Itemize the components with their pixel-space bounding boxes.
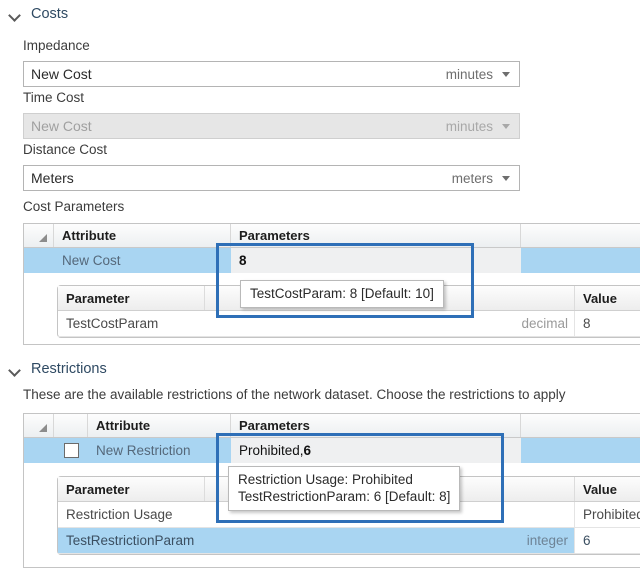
restrictions-description: These are the available restrictions of … <box>23 387 566 402</box>
column-header-attribute[interactable]: Attribute <box>54 224 231 247</box>
inner-cell-parameter: Restriction Usage <box>66 507 173 522</box>
restrictions-section-title: Restrictions <box>31 361 107 377</box>
impedance-combobox[interactable]: New Cost minutes <box>23 61 520 87</box>
time-cost-unit: minutes <box>445 118 493 134</box>
column-header-attribute[interactable]: Attribute <box>88 414 231 437</box>
row-selector[interactable] <box>24 438 54 463</box>
restrictions-section-header[interactable]: Restrictions <box>0 361 107 377</box>
inner-cell-parameter: TestRestrictionParam <box>66 533 195 548</box>
cost-parameters-label: Cost Parameters <box>23 199 125 214</box>
restriction-parameter-tooltip: Restriction Usage: Prohibited TestRestri… <box>228 466 461 511</box>
inner-column-header-value[interactable]: Value <box>575 477 640 501</box>
time-cost-combobox: New Cost minutes <box>23 113 520 139</box>
time-cost-label: Time Cost <box>23 90 85 105</box>
column-header-parameters[interactable]: Parameters <box>231 414 521 437</box>
cost-parameter-tooltip: TestCostParam: 8 [Default: 10] <box>240 280 444 308</box>
cost-parameters-header-row: Attribute Parameters <box>24 224 640 248</box>
costs-section-header[interactable]: Costs <box>0 6 68 22</box>
distance-cost-unit: meters <box>451 170 493 186</box>
inner-cell-value[interactable]: 6 <box>575 528 640 553</box>
grid-resize-grip-icon[interactable] <box>24 414 54 437</box>
time-cost-value: New Cost <box>31 118 92 134</box>
inner-cell-parameter: TestCostParam <box>66 316 159 331</box>
restrictions-row[interactable]: New Restriction Prohibited, 6 <box>24 438 640 463</box>
inner-column-header-value[interactable]: Value <box>575 286 640 310</box>
impedance-label: Impedance <box>23 38 90 53</box>
chevron-down-icon[interactable] <box>9 363 22 376</box>
impedance-value: New Cost <box>31 66 92 82</box>
distance-cost-label: Distance Cost <box>23 142 108 157</box>
chevron-down-icon[interactable] <box>9 8 22 21</box>
inner-cell-value[interactable]: Prohibited <box>575 502 640 527</box>
inner-cell-type: integer <box>205 528 575 553</box>
cell-parameters-prefix: Prohibited, <box>239 443 304 458</box>
chevron-down-icon[interactable] <box>502 71 510 77</box>
restrictions-header-row: Attribute Parameters <box>24 414 640 438</box>
restriction-checkbox[interactable] <box>63 443 79 458</box>
inner-cell-value[interactable]: 8 <box>575 311 640 336</box>
inner-table-row[interactable]: TestCostParam decimal 8 <box>58 311 640 337</box>
inner-cell-type: decimal <box>205 311 575 336</box>
inner-column-header-parameter[interactable]: Parameter <box>58 477 205 501</box>
distance-cost-combobox[interactable]: Meters meters <box>23 165 520 191</box>
chevron-down-icon[interactable] <box>502 175 510 181</box>
cell-parameters: Prohibited, 6 <box>231 438 521 463</box>
distance-cost-value: Meters <box>31 170 74 186</box>
cost-tooltip-text: TestCostParam: 8 [Default: 10] <box>250 286 434 301</box>
column-header-checkbox <box>54 414 88 437</box>
chevron-down-icon <box>502 123 510 129</box>
restriction-checkbox-cell[interactable] <box>54 438 88 463</box>
cost-parameters-row[interactable]: New Cost 8 <box>24 248 640 273</box>
restriction-tooltip-line1: Restriction Usage: Prohibited <box>238 472 413 487</box>
grid-resize-grip-icon[interactable] <box>24 224 54 247</box>
impedance-unit: minutes <box>445 66 493 82</box>
costs-section-title: Costs <box>31 6 69 22</box>
cell-parameters-value: 6 <box>303 443 312 458</box>
cell-attribute: New Restriction <box>96 443 191 458</box>
cell-parameters: 8 <box>231 248 521 273</box>
inner-column-header-parameter[interactable]: Parameter <box>58 286 205 310</box>
column-header-parameters[interactable]: Parameters <box>231 224 521 247</box>
row-selector[interactable] <box>24 248 54 273</box>
cell-attribute: New Cost <box>62 253 121 268</box>
inner-table-row[interactable]: TestRestrictionParam integer 6 <box>58 528 640 554</box>
restriction-tooltip-line2: TestRestrictionParam: 6 [Default: 8] <box>238 489 451 504</box>
